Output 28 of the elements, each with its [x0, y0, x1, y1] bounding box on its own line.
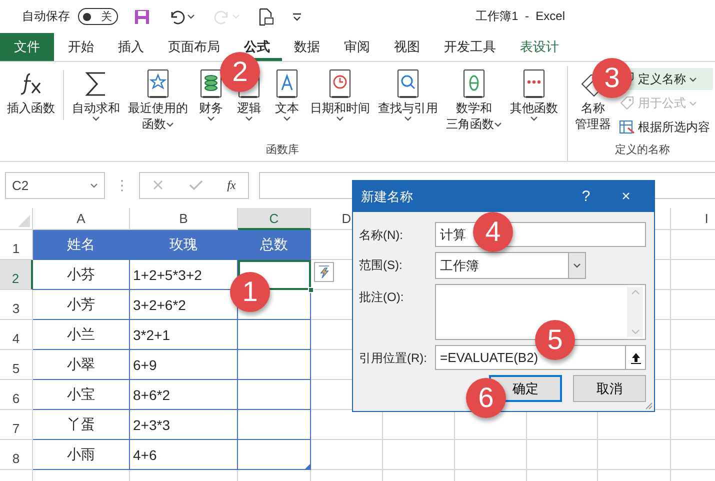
- table-cell: 6+9: [130, 350, 238, 380]
- table-cell: 小雨: [33, 440, 130, 470]
- autosave-label: 自动保存: [22, 8, 70, 25]
- table-cell: 小兰: [33, 320, 130, 350]
- dialog-title: 新建名称: [361, 188, 414, 206]
- table-header-cell: 玫瑰: [130, 230, 238, 260]
- table-header-cell: 姓名: [33, 230, 130, 260]
- step-callout-tooltip: 2: [220, 52, 260, 92]
- field-label: 批注(O):: [359, 289, 405, 306]
- table-cell: 丫蛋: [33, 410, 130, 440]
- table-header-cell: 总数: [238, 230, 311, 260]
- table-cell: 小翠: [33, 350, 130, 380]
- group-label: 函数库: [265, 142, 300, 158]
- step-callout-tooltip: 1: [230, 272, 270, 312]
- step-callout-tooltip: 3: [592, 58, 632, 98]
- formula-bar-grip: ⋮: [115, 176, 129, 194]
- table-cell: 小宝: [33, 380, 130, 410]
- field-label: 名称(N):: [359, 227, 404, 244]
- field-label: 引用位置(R):: [359, 350, 428, 367]
- table-cell: 4+6: [130, 440, 238, 470]
- table-cell: 3*2+1: [130, 320, 238, 350]
- field-label: 范围(S):: [359, 257, 404, 274]
- table-cell: 8+6*2: [130, 380, 238, 410]
- table-cell: 2+3*3: [130, 410, 238, 440]
- table-cell: 小芬: [33, 260, 130, 290]
- group-label: 定义的名称: [614, 142, 671, 158]
- table-cell: 小芳: [33, 290, 130, 320]
- window-title: 工作簿1 - Excel: [476, 8, 565, 25]
